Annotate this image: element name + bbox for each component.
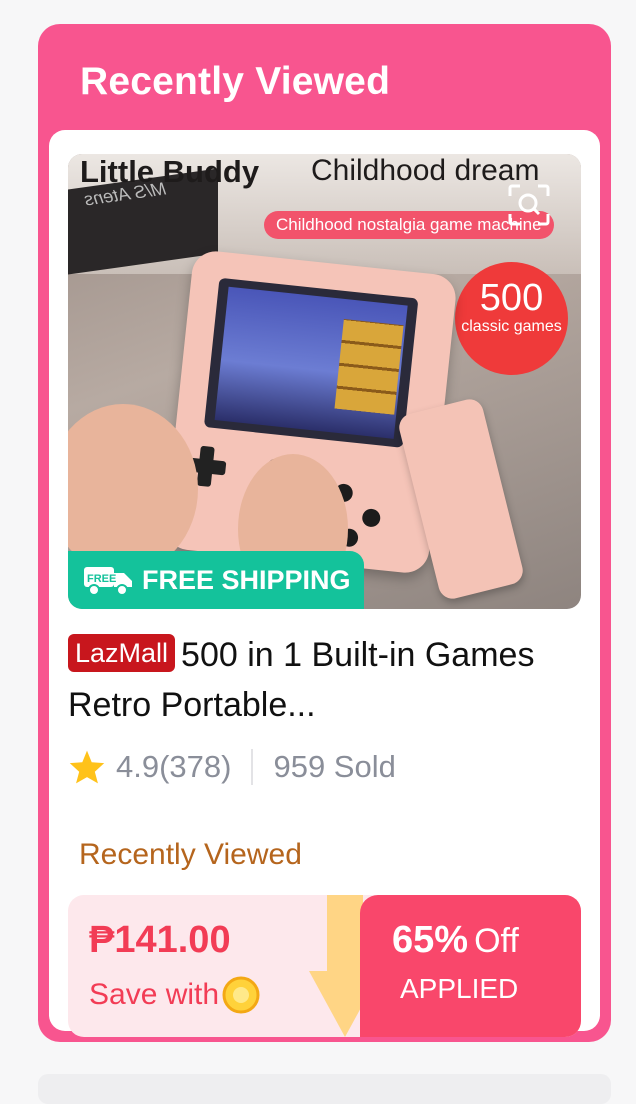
zoom-icon[interactable] — [506, 182, 552, 228]
truck-badge-text: FREE — [87, 573, 116, 585]
product-title[interactable]: LazMall 500 in 1 Built-in Games Retro Por… — [68, 630, 581, 730]
dpad — [196, 445, 215, 487]
product-card[interactable]: M/S Atens Little Buddy Childhood dream C… — [49, 130, 600, 1037]
lazmall-badge: LazMall — [68, 634, 176, 672]
free-shipping-label: FREE SHIPPING — [142, 564, 351, 595]
discount-percent-row: 65% Off — [392, 919, 519, 962]
section-title: Recently Viewed — [80, 60, 391, 103]
game-scene — [214, 286, 408, 439]
coin-icon — [222, 976, 260, 1014]
rating-value: 4.9(378) — [116, 749, 232, 784]
recently-viewed-card: Recently Viewed M/S Atens Little Buddy C… — [38, 24, 611, 1042]
crates — [334, 318, 404, 415]
sold-count: 959 Sold — [273, 749, 396, 784]
discount-badge: 65% Off APPLIED — [360, 895, 581, 1037]
product-image[interactable]: M/S Atens Little Buddy Childhood dream C… — [68, 154, 581, 609]
games-count-label: classic games — [461, 318, 562, 335]
price-box[interactable]: ₱141.00 Save with 65% Off APPLIED — [68, 895, 581, 1037]
star-icon — [69, 750, 105, 784]
games-count-badge: 500 classic games — [455, 262, 568, 375]
divider — [251, 749, 254, 785]
games-count: 500 — [479, 277, 544, 319]
save-with-label: Save with — [89, 978, 220, 1011]
discount-off: Off — [474, 922, 519, 960]
discount-percent: 65% — [392, 919, 469, 961]
recently-viewed-tag: Recently Viewed — [79, 838, 302, 871]
discount-status: APPLIED — [400, 973, 519, 1004]
game-controller — [396, 396, 526, 602]
rating-row: 4.9(378) 959 Sold — [68, 745, 396, 789]
next-card-edge — [38, 1074, 611, 1104]
console-screen — [203, 277, 419, 448]
truck-icon: FREE — [84, 567, 132, 596]
console-button — [361, 508, 382, 528]
save-with-row: Save with — [89, 975, 261, 1015]
image-brand-text: Little Buddy — [80, 154, 260, 189]
free-shipping-badge: FREE FREE SHIPPING — [68, 551, 364, 609]
price: ₱141.00 — [89, 919, 231, 961]
